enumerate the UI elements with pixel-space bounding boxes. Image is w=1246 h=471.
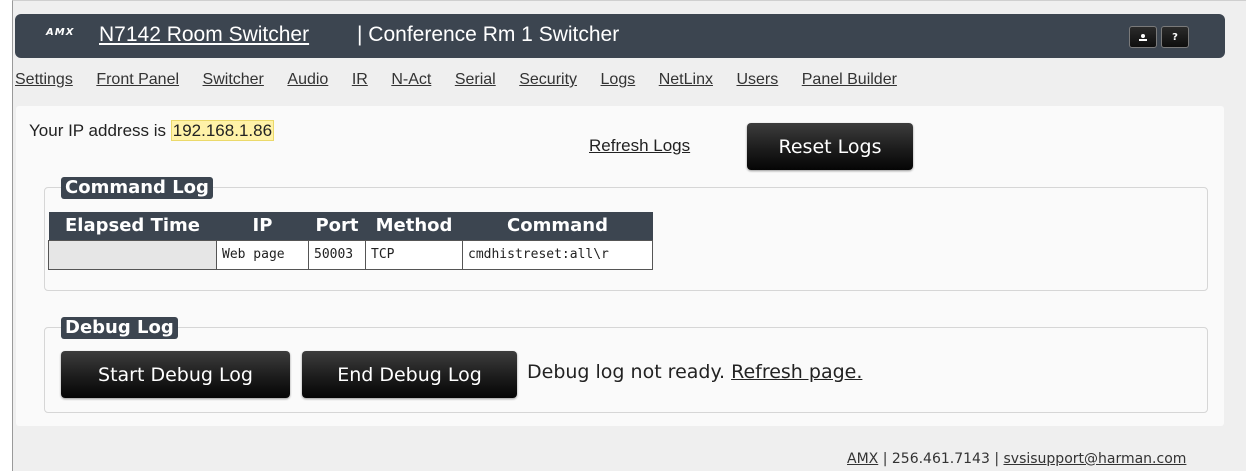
debug-log-legend: Debug Log: [61, 317, 178, 339]
column-header: Command: [462, 212, 653, 240]
page-title-suffix: | Conference Rm 1 Switcher: [357, 23, 620, 46]
amx-logo: AMX: [46, 27, 75, 38]
footer-amx-link[interactable]: AMX: [847, 451, 878, 467]
nav-ir[interactable]: IR: [352, 71, 368, 93]
command-log-legend: Command Log: [61, 177, 213, 199]
command-log-table: Elapsed Time IP Port Method Command Web …: [48, 212, 653, 270]
nav-panel-builder[interactable]: Panel Builder: [802, 71, 897, 93]
nav-switcher[interactable]: Switcher: [203, 71, 264, 93]
nav-settings[interactable]: Settings: [15, 71, 73, 93]
nav-netlinx[interactable]: NetLinx: [659, 71, 713, 93]
ip-address-line: Your IP address is 192.168.1.86: [29, 120, 275, 141]
nav-n-act[interactable]: N-Act: [391, 71, 431, 93]
help-button[interactable]: ?: [1161, 26, 1189, 48]
column-header: Port: [308, 212, 366, 240]
nav-audio[interactable]: Audio: [287, 71, 328, 93]
nav-front-panel[interactable]: Front Panel: [96, 71, 179, 93]
footer-separator: |: [994, 451, 1000, 467]
footer-separator: |: [882, 451, 888, 467]
table-cell: Web page: [216, 239, 309, 270]
end-debug-log-button[interactable]: End Debug Log: [302, 351, 517, 398]
footer-phone: 256.461.7143: [891, 451, 990, 467]
column-header: Elapsed Time: [48, 212, 217, 240]
footer: AMX | 256.461.7143 | svsisupport@harman.…: [847, 451, 1186, 467]
footer-email-link[interactable]: svsisupport@harman.com: [1003, 451, 1186, 467]
refresh-page-link[interactable]: Refresh page.: [731, 361, 862, 383]
start-debug-log-button[interactable]: Start Debug Log: [61, 351, 290, 398]
nav-serial[interactable]: Serial: [455, 71, 496, 93]
nav-security[interactable]: Security: [519, 71, 577, 93]
table-cell: TCP: [365, 239, 463, 270]
ip-label: Your IP address is: [29, 121, 167, 140]
column-header: Method: [365, 212, 463, 240]
nav-users[interactable]: Users: [736, 71, 778, 93]
column-header: IP: [216, 212, 309, 240]
refresh-logs-link[interactable]: Refresh Logs: [589, 136, 690, 156]
debug-log-status: Debug log not ready. Refresh page.: [527, 361, 862, 383]
table-cell: cmdhistreset:all\r: [462, 239, 653, 270]
device-name-link[interactable]: N7142 Room Switcher: [99, 23, 309, 47]
user-button[interactable]: [1129, 26, 1157, 48]
ip-address-value: 192.168.1.86: [170, 120, 275, 141]
table-row: Web page 50003 TCP cmdhistreset:all\r: [48, 239, 653, 270]
title-bar: AMX N7142 Room Switcher | Conference Rm …: [15, 14, 1225, 58]
nav-logs[interactable]: Logs: [601, 71, 636, 93]
debug-status-text: Debug log not ready.: [527, 361, 726, 383]
table-cell: [48, 239, 217, 270]
user-icon: [1139, 33, 1147, 41]
reset-logs-button[interactable]: Reset Logs: [747, 123, 913, 170]
main-nav: Settings Front Panel Switcher Audio IR N…: [15, 71, 920, 93]
table-cell: 50003: [308, 239, 366, 270]
